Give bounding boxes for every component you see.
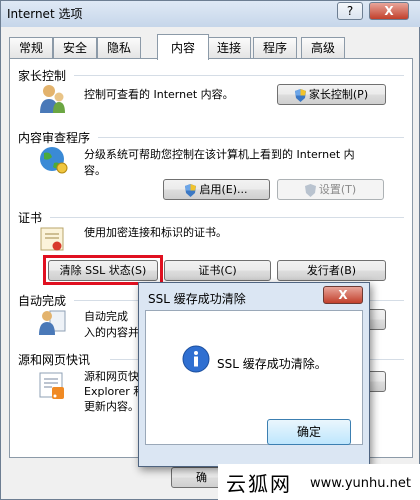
settings-label: 设置(T) (318, 183, 357, 196)
tab-privacy[interactable]: 隐私 (97, 37, 141, 59)
divider (98, 137, 404, 138)
parental-description: 控制可查看的 Internet 内容。 (84, 88, 234, 101)
dialog-close-button[interactable]: X (323, 286, 363, 304)
rss-feed-icon (39, 372, 64, 399)
certificates-description: 使用加密连接和标识的证书。 (84, 226, 227, 239)
content-advisor-description-line1: 分级系统可帮助您控制在该计算机上看到的 Internet 内 (84, 148, 355, 161)
autocomplete-description-line2: 入的内容并 (84, 326, 139, 339)
tab-connections[interactable]: 连接 (207, 37, 251, 59)
publishers-button[interactable]: 发行者(B) (277, 260, 386, 281)
dialog-body: SSL 缓存成功清除。 确定 (145, 310, 363, 445)
info-icon (182, 345, 210, 373)
internet-options-window: Internet 选项 ? X 常规 安全 隐私 内容 连接 程序 高级 家长控… (0, 0, 420, 500)
feeds-heading: 源和网页快讯 (18, 353, 91, 367)
divider (50, 217, 404, 218)
certificates-heading: 证书 (18, 211, 43, 225)
tab-security[interactable]: 安全 (53, 37, 97, 59)
watermark-url: www.yunhu.net (310, 476, 411, 491)
feeds-description-line3: 更新内容。 (84, 400, 139, 413)
feeds-description-line2: Explorer 和 (84, 385, 145, 398)
window-title: Internet 选项 (7, 7, 83, 21)
tab-advanced[interactable]: 高级 (301, 37, 345, 59)
dialog-message: SSL 缓存成功清除。 (217, 357, 327, 371)
autocomplete-icon (39, 310, 66, 335)
uac-shield-icon (294, 88, 306, 102)
parental-controls-button[interactable]: 家长控制(P) (277, 84, 386, 105)
content-advisor-settings-button[interactable]: 设置(T) (277, 179, 384, 200)
parental-controls-icon (40, 85, 65, 113)
tab-content[interactable]: 内容 (157, 34, 209, 60)
divider (74, 75, 404, 76)
dialog-ok-button[interactable]: 确定 (267, 419, 351, 445)
title-bar: Internet 选项 ? X (1, 1, 420, 27)
watermark: 云狐网 www.yunhu.net (218, 464, 420, 500)
dialog-title: SSL 缓存成功清除 (148, 292, 246, 306)
uac-shield-icon (304, 183, 316, 197)
content-advisor-description-line2: 容。 (84, 164, 106, 177)
content-advisor-enable-button[interactable]: 启用(E)... (163, 179, 270, 200)
certificates-button[interactable]: 证书(C) (164, 260, 271, 281)
ssl-cleared-dialog: SSL 缓存成功清除 X SSL 缓存成功清除。 确定 (138, 282, 370, 467)
window-close-button[interactable]: X (369, 2, 409, 20)
highlight-box (43, 255, 163, 285)
tab-general[interactable]: 常规 (9, 37, 53, 59)
parental-heading: 家长控制 (18, 69, 67, 83)
watermark-brand: 云狐网 (226, 472, 292, 496)
globe-icon (40, 147, 68, 174)
tab-programs[interactable]: 程序 (253, 37, 297, 59)
parental-controls-label: 家长控制(P) (308, 88, 369, 101)
enable-label: 启用(E)... (199, 183, 248, 196)
help-button[interactable]: ? (337, 2, 363, 20)
content-advisor-heading: 内容审查程序 (18, 131, 91, 145)
certificate-icon (40, 227, 64, 251)
autocomplete-description-line1: 自动完成 (84, 310, 128, 323)
uac-shield-icon (185, 183, 197, 197)
